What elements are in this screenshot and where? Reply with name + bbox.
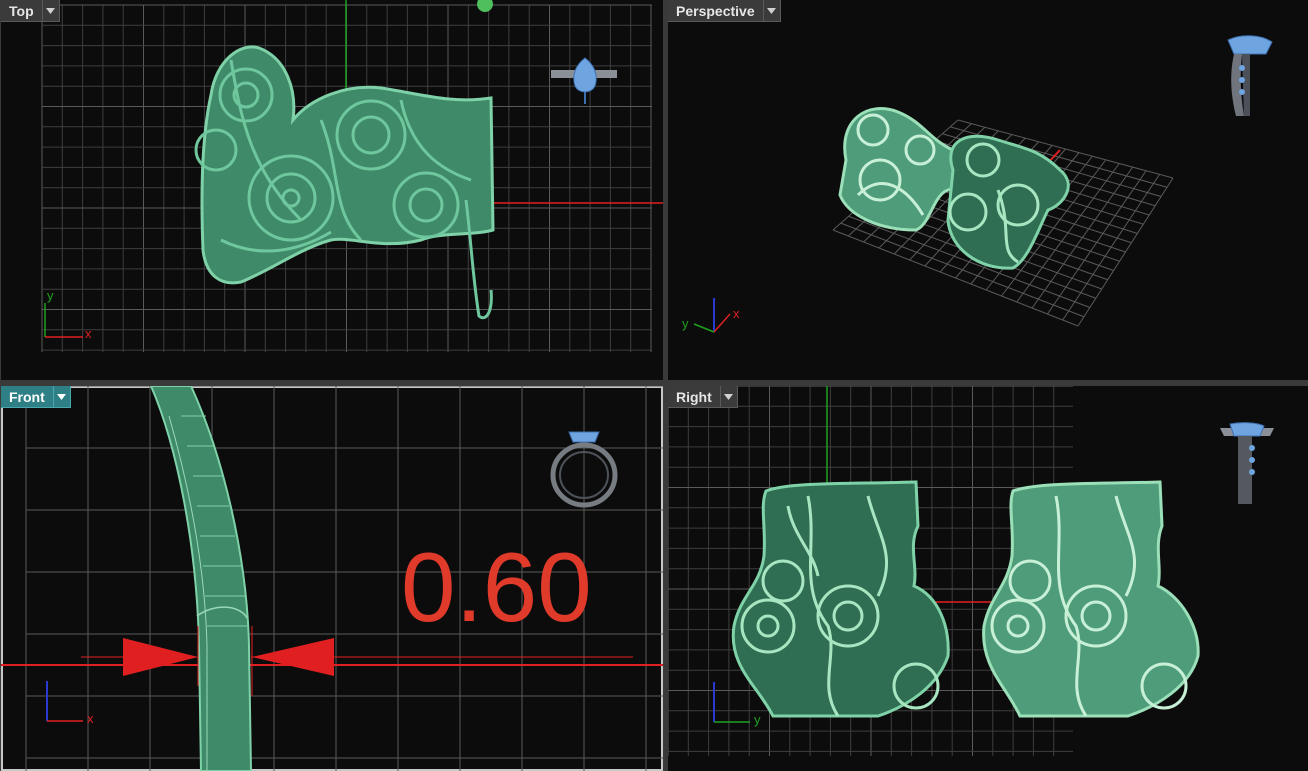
- perspective-axis-label-x: x: [733, 306, 740, 321]
- top-axis-label-x: x: [85, 326, 92, 341]
- right-axis-label-y: y: [754, 712, 761, 727]
- ring-model-perspective[interactable]: [838, 107, 1070, 270]
- viewport-front[interactable]: x 0.60 Front: [1, 386, 663, 771]
- top-ring-preview-icon[interactable]: [549, 54, 621, 106]
- front-axis-label-x: x: [87, 711, 94, 726]
- perspective-scene[interactable]: y x: [668, 0, 1308, 380]
- right-ring-preview-icon[interactable]: [1216, 420, 1278, 510]
- viewport-title-front[interactable]: Front: [1, 386, 54, 408]
- ring-model-right-left[interactable]: [731, 480, 950, 718]
- perspective-axis-widget: y x: [682, 298, 740, 333]
- ring-model-right-right[interactable]: [982, 480, 1200, 718]
- viewport-tab-top[interactable]: Top: [1, 0, 60, 22]
- right-scene[interactable]: y: [668, 386, 1308, 771]
- perspective-ring-preview-icon[interactable]: [1220, 32, 1276, 122]
- viewport-tab-right[interactable]: Right: [668, 386, 738, 408]
- front-ring-preview-icon[interactable]: [547, 420, 621, 510]
- dimension-arrow-right-icon: [252, 638, 334, 676]
- top-axis-widget: y x: [44, 288, 92, 341]
- viewport-menu-dropdown-icon[interactable]: [720, 386, 738, 408]
- top-green-marker: [477, 0, 493, 12]
- viewport-right[interactable]: y Right: [668, 386, 1308, 771]
- viewport-menu-dropdown-icon[interactable]: [53, 386, 71, 408]
- viewport-menu-dropdown-icon[interactable]: [763, 0, 781, 22]
- viewport-menu-dropdown-icon[interactable]: [42, 0, 60, 22]
- dimension-value[interactable]: 0.60: [401, 537, 592, 637]
- viewport-title-top[interactable]: Top: [1, 0, 43, 22]
- viewport-title-right[interactable]: Right: [668, 386, 721, 408]
- viewport-tab-front[interactable]: Front: [1, 386, 71, 408]
- viewport-top[interactable]: y x Top: [1, 0, 663, 380]
- viewport-title-perspective[interactable]: Perspective: [668, 0, 764, 22]
- dimension-arrow-left-icon: [123, 638, 198, 676]
- viewport-perspective[interactable]: y x Perspective: [668, 0, 1308, 380]
- ring-shank-profile[interactable]: [149, 386, 253, 771]
- viewport-tab-perspective[interactable]: Perspective: [668, 0, 781, 22]
- front-axis-widget: x: [46, 681, 94, 726]
- perspective-axis-label-y: y: [682, 316, 689, 331]
- top-axis-label-y: y: [47, 288, 54, 303]
